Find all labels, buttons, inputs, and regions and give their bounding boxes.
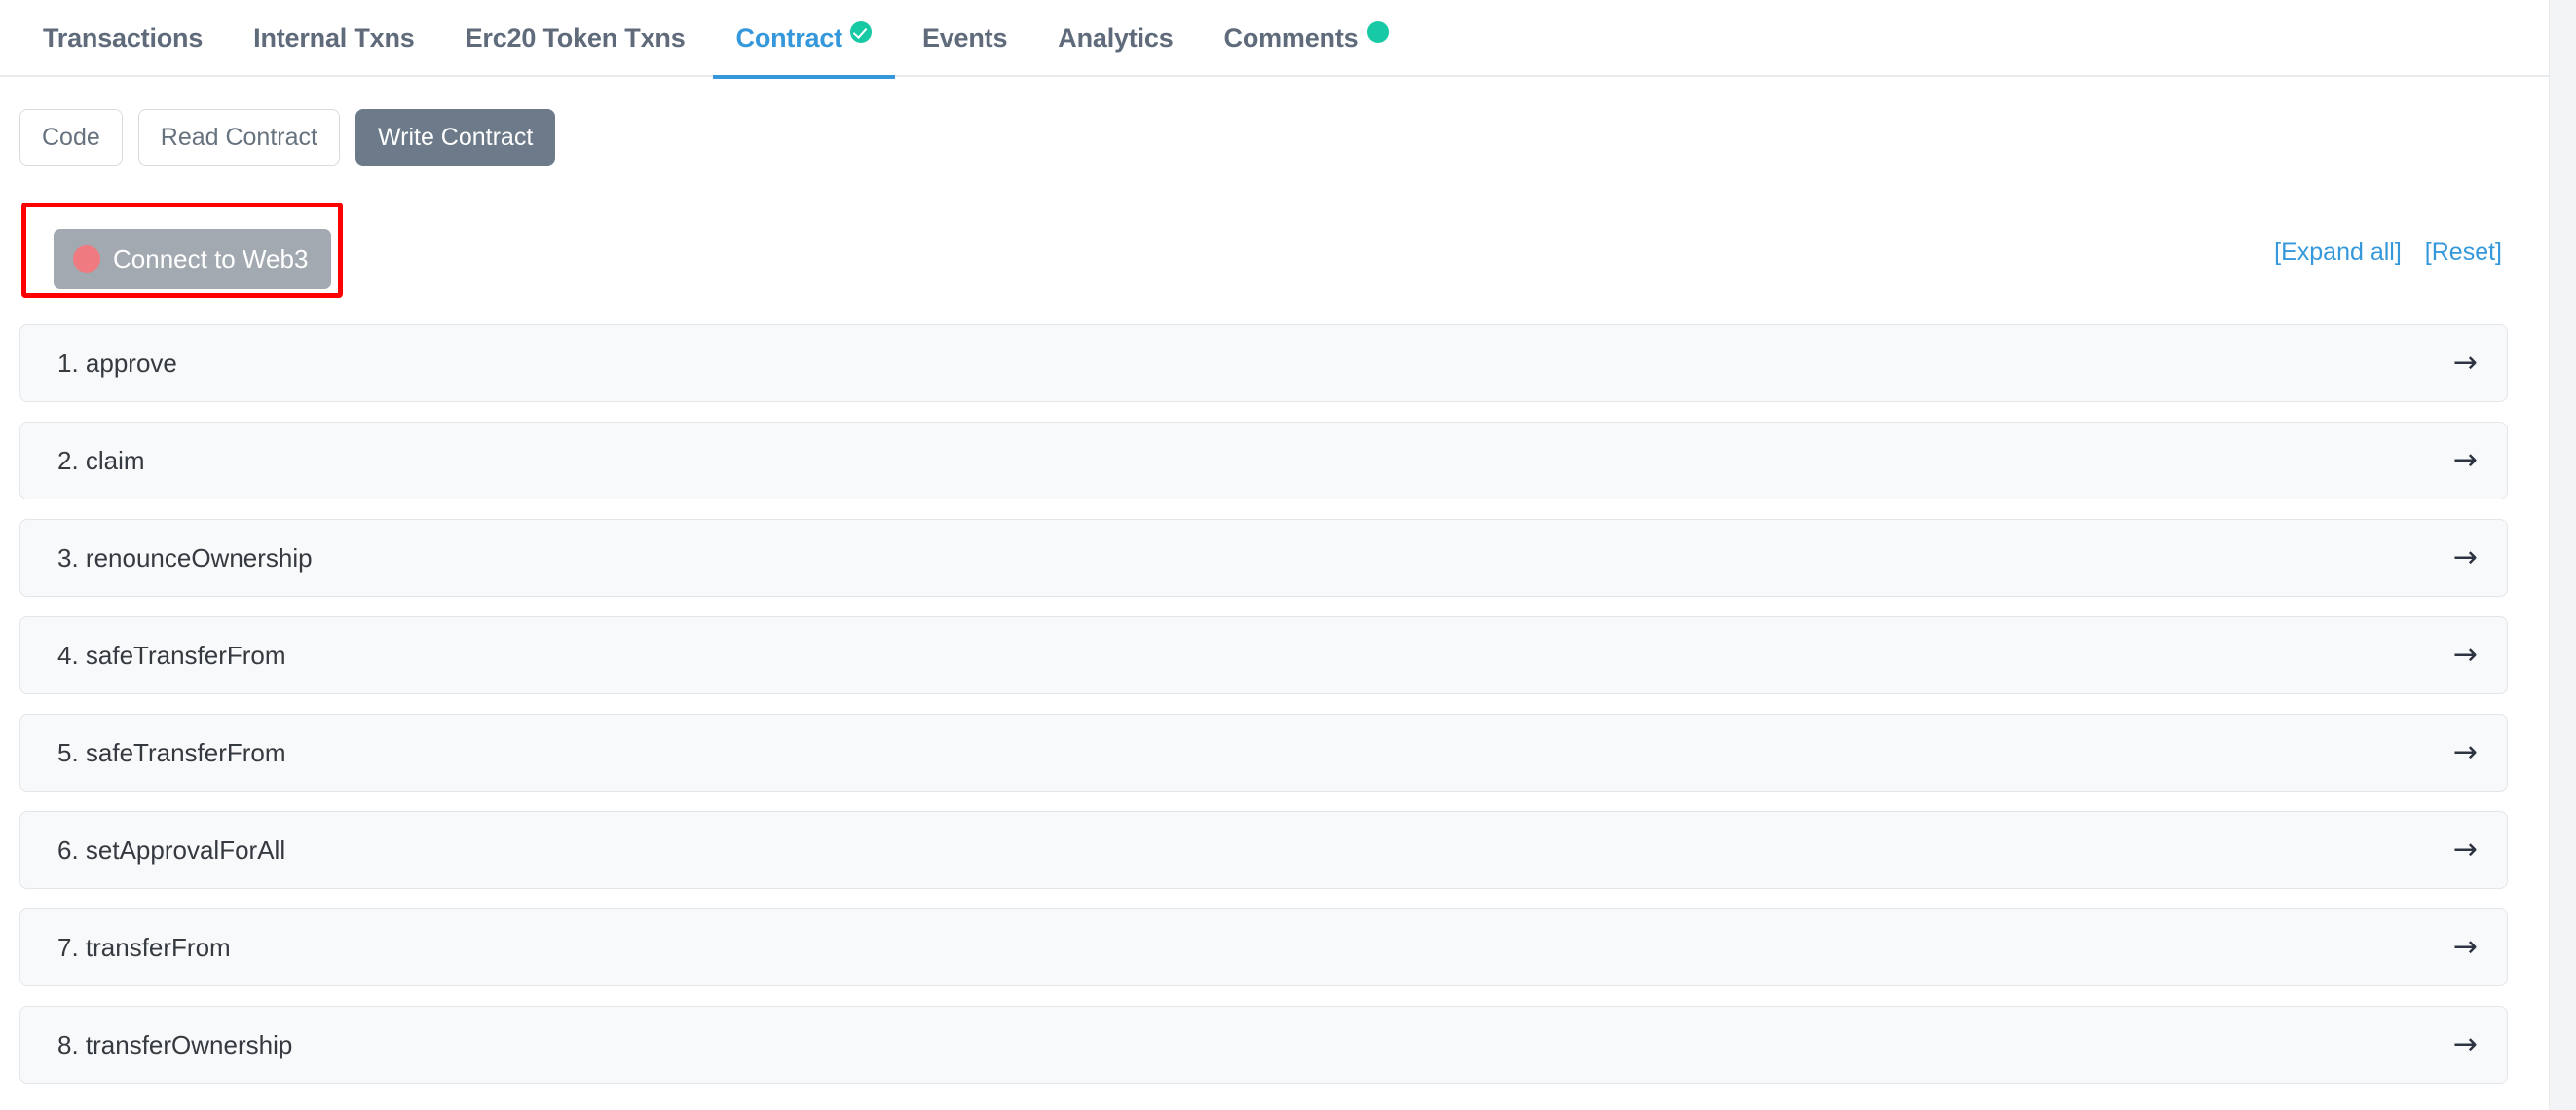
arrow-right-icon[interactable]: → bbox=[2453, 835, 2478, 865]
write-contract-page: Transactions Internal Txns Erc20 Token T… bbox=[0, 0, 2576, 1110]
tab-internal-txns[interactable]: Internal Txns bbox=[228, 0, 439, 77]
arrow-right-icon[interactable]: → bbox=[2453, 933, 2478, 962]
arrow-right-icon[interactable]: → bbox=[2453, 641, 2478, 670]
tab-analytics[interactable]: Analytics bbox=[1032, 0, 1198, 77]
tab-label: Transactions bbox=[43, 23, 203, 54]
function-row-safetransferfrom-2[interactable]: 5. safeTransferFrom → bbox=[19, 714, 2508, 792]
verified-check-icon bbox=[850, 21, 872, 43]
function-row-setapprovalforall[interactable]: 6. setApprovalForAll → bbox=[19, 811, 2508, 889]
tab-events[interactable]: Events bbox=[897, 0, 1032, 77]
metamask-fox-icon bbox=[73, 245, 100, 273]
write-function-list: 1. approve → 2. claim → 3. renounceOwner… bbox=[0, 324, 2549, 1084]
function-row-claim[interactable]: 2. claim → bbox=[19, 422, 2508, 500]
arrow-right-icon[interactable]: → bbox=[2453, 1030, 2478, 1059]
arrow-right-icon[interactable]: → bbox=[2453, 543, 2478, 573]
function-label: 3. renounceOwnership bbox=[57, 543, 313, 574]
connect-button-label: Connect to Web3 bbox=[113, 244, 308, 275]
tab-label: Comments bbox=[1224, 23, 1359, 54]
tab-label: Erc20 Token Txns bbox=[466, 23, 686, 54]
function-label: 5. safeTransferFrom bbox=[57, 738, 286, 768]
function-label: 8. transferOwnership bbox=[57, 1030, 292, 1060]
vertical-scrollbar[interactable] bbox=[2549, 0, 2576, 1110]
primary-tab-bar: Transactions Internal Txns Erc20 Token T… bbox=[0, 0, 2549, 77]
tab-label: Internal Txns bbox=[253, 23, 414, 54]
reset-link[interactable]: [Reset] bbox=[2425, 239, 2502, 267]
tab-erc20-token-txns[interactable]: Erc20 Token Txns bbox=[440, 0, 711, 77]
tab-label: Events bbox=[922, 23, 1007, 54]
connect-web3-row: Connect to Web3 [Expand all] [Reset] bbox=[0, 198, 2549, 303]
function-label: 2. claim bbox=[57, 446, 145, 476]
function-row-approve[interactable]: 1. approve → bbox=[19, 324, 2508, 402]
tab-transactions[interactable]: Transactions bbox=[18, 0, 228, 77]
function-row-renounceownership[interactable]: 3. renounceOwnership → bbox=[19, 519, 2508, 597]
function-label: 7. transferFrom bbox=[57, 933, 231, 963]
list-actions: [Expand all] [Reset] bbox=[2274, 239, 2502, 267]
green-dot-icon bbox=[1367, 21, 1389, 43]
function-label: 1. approve bbox=[57, 349, 177, 379]
expand-all-link[interactable]: [Expand all] bbox=[2274, 239, 2402, 267]
function-label: 4. safeTransferFrom bbox=[57, 641, 286, 671]
tab-contract[interactable]: Contract bbox=[711, 0, 897, 77]
arrow-right-icon[interactable]: → bbox=[2453, 446, 2478, 475]
tab-label: Analytics bbox=[1058, 23, 1173, 54]
function-row-transferfrom[interactable]: 7. transferFrom → bbox=[19, 908, 2508, 986]
tab-label: Contract bbox=[736, 23, 842, 54]
function-row-safetransferfrom-1[interactable]: 4. safeTransferFrom → bbox=[19, 616, 2508, 694]
subtab-code-button[interactable]: Code bbox=[19, 109, 123, 166]
contract-subtab-group: Code Read Contract Write Contract bbox=[0, 109, 2549, 166]
subtab-write-contract-button[interactable]: Write Contract bbox=[355, 109, 555, 166]
arrow-right-icon[interactable]: → bbox=[2453, 349, 2478, 378]
arrow-right-icon[interactable]: → bbox=[2453, 738, 2478, 767]
subtab-read-contract-button[interactable]: Read Contract bbox=[138, 109, 340, 166]
tab-comments[interactable]: Comments bbox=[1199, 0, 1415, 77]
page-content: Transactions Internal Txns Erc20 Token T… bbox=[0, 0, 2549, 1110]
function-row-transferownership[interactable]: 8. transferOwnership → bbox=[19, 1006, 2508, 1084]
function-label: 6. setApprovalForAll bbox=[57, 835, 285, 866]
connect-to-web3-button[interactable]: Connect to Web3 bbox=[54, 229, 331, 289]
